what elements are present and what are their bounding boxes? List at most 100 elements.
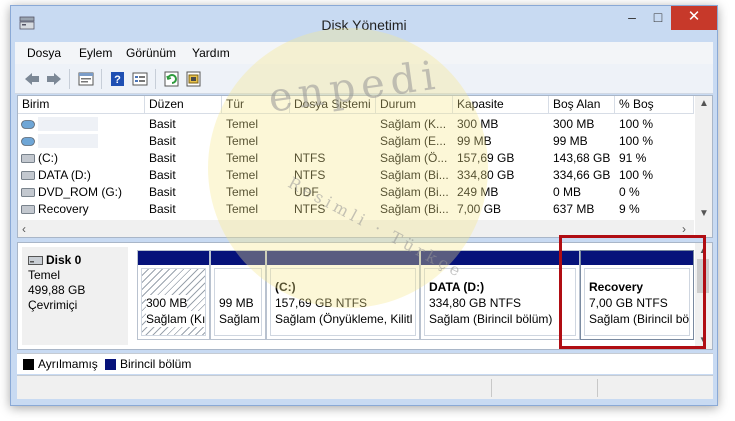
hard-disk-icon [28, 256, 43, 265]
menu-yardim[interactable]: Yardım [192, 46, 230, 60]
legend-unallocated-label: Ayrılmamış [38, 357, 98, 371]
cell-yuzde-bos: 91 % [619, 151, 647, 165]
cell-kapasite: 334,80 GB [457, 168, 515, 182]
column-header-tur[interactable]: Tür [222, 96, 290, 114]
cell-birim: DVD_ROM (G:) [38, 185, 122, 199]
cell-tur: Temel [226, 185, 259, 199]
cell-kapasite: 300 MB [457, 117, 499, 131]
column-header-yuzde-bos[interactable]: % Boş [615, 96, 694, 114]
menu-gorunum[interactable]: Görünüm [126, 46, 176, 60]
cell-durum: Sağlam (Bi... [380, 168, 449, 182]
cell-dosya-sistemi: UDF [294, 185, 319, 199]
column-header-dosya-sistemi[interactable]: Dosya Sistemi [290, 96, 376, 114]
table-row[interactable]: Recovery Basit Temel NTFS Sağlam (Bi... 7,00 … [18, 201, 694, 218]
back-icon[interactable] [23, 71, 41, 87]
cell-yuzde-bos: 100 % [619, 168, 654, 182]
maximize-button[interactable]: □ [645, 6, 671, 30]
cell-yuzde-bos: 0 % [619, 185, 640, 199]
refresh-icon[interactable] [163, 71, 181, 87]
dvd-drive-icon [21, 188, 35, 197]
vertical-scrollbar[interactable]: ▲ ▼ [695, 96, 712, 237]
cell-tur: Temel [226, 151, 259, 165]
menu-eylem[interactable]: Eylem [79, 46, 112, 60]
partition-c[interactable]: (C:) 157,69 GB NTFS Sağlam (Önyükleme, K… [266, 250, 420, 340]
scroll-right-icon[interactable]: › [682, 222, 686, 236]
cell-dosya-sistemi: NTFS [294, 202, 326, 216]
cell-bos-alan: 0 MB [553, 185, 582, 199]
help-icon[interactable]: ? [109, 71, 127, 87]
cell-yuzde-bos: 9 % [619, 202, 640, 216]
cell-duzen: Basit [149, 185, 176, 199]
partition-header [138, 251, 209, 265]
toolbar-separator [101, 69, 102, 89]
list-view-icon[interactable] [131, 71, 149, 87]
unnamed-volume-placeholder [38, 117, 98, 131]
cell-yuzde-bos: 100 % [619, 134, 654, 148]
cell-birim: (C:) [38, 151, 58, 165]
status-separator [491, 379, 492, 397]
partition-title: (C:) [275, 280, 296, 294]
cell-bos-alan: 143,68 GB [553, 151, 611, 165]
partition-size: 99 MB [219, 296, 254, 310]
cell-bos-alan: 334,66 GB [553, 168, 611, 182]
partition-header [267, 251, 419, 265]
svg-text:?: ? [114, 74, 121, 86]
minimize-button[interactable]: – [619, 6, 645, 30]
settings-icon[interactable] [185, 71, 203, 87]
cell-dosya-sistemi: NTFS [294, 168, 326, 182]
properties-icon[interactable] [77, 71, 95, 87]
cell-bos-alan: 99 MB [553, 134, 588, 148]
cell-kapasite: 7,00 GB [457, 202, 502, 216]
forward-icon[interactable] [45, 71, 63, 87]
toolbar: ? [15, 64, 713, 94]
menu-bar: Dosya Eylem Görünüm Yardım [15, 42, 713, 64]
partition-header [211, 251, 265, 265]
cell-dosya-sistemi: NTFS [294, 151, 326, 165]
volume-icon [21, 137, 35, 146]
partition-status: Sağlam [219, 312, 260, 326]
table-row[interactable]: DVD_ROM (G:) Basit Temel UDF Sağlam (Bi... 24… [18, 184, 694, 201]
scroll-down-icon[interactable]: ▼ [699, 208, 709, 219]
scroll-left-icon[interactable]: ‹ [22, 222, 26, 236]
volume-icon [21, 154, 35, 163]
partition-efi[interactable]: 99 MB Sağlam [210, 250, 266, 340]
close-button[interactable]: ✕ [671, 6, 717, 30]
cell-dosya-sistemi [294, 133, 374, 150]
disk-name: Disk 0 [46, 253, 82, 267]
cell-kapasite: 99 MB [457, 134, 492, 148]
scroll-up-icon[interactable]: ▲ [699, 98, 709, 109]
status-separator [597, 379, 598, 397]
partition-data-d[interactable]: DATA (D:) 334,80 GB NTFS Sağlam (Birinci… [420, 250, 580, 340]
cell-tur: Temel [226, 134, 259, 148]
disk-type: Temel [28, 268, 61, 282]
cell-durum: Sağlam (Bi... [380, 202, 449, 216]
column-header-bos-alan[interactable]: Boş Alan [549, 96, 615, 114]
partition-size: 300 MB [146, 295, 188, 311]
toolbar-separator [155, 69, 156, 89]
disk-size: 499,88 GB [28, 283, 86, 297]
column-header-durum[interactable]: Durum [376, 96, 453, 114]
cell-tur: Temel [226, 168, 259, 182]
partition-status: Sağlam (Önyükleme, Kilitl [275, 312, 413, 326]
column-header-kapasite[interactable]: Kapasite [453, 96, 549, 114]
cell-dosya-sistemi [294, 116, 374, 133]
menu-dosya[interactable]: Dosya [27, 46, 61, 60]
cell-durum: Sağlam (Ö... [380, 151, 448, 165]
partition-header [421, 251, 579, 265]
table-row[interactable]: DATA (D:) Basit Temel NTFS Sağlam (Bi... 334,… [18, 167, 694, 184]
partition-recovery-system[interactable]: 300 MB Sağlam (Kı [137, 250, 210, 340]
title-bar[interactable]: Disk Yönetimi – □ ✕ [11, 6, 717, 42]
table-row[interactable]: Basit Temel Sağlam (K... 300 MB 300 MB 100 % [18, 116, 694, 133]
table-row[interactable]: Basit Temel Sağlam (E... 99 MB 99 MB 100 % [18, 133, 694, 150]
column-header-duzen[interactable]: Düzen [145, 96, 222, 114]
cell-durum: Sağlam (E... [380, 134, 447, 148]
volume-icon [21, 205, 35, 214]
column-header-birim[interactable]: Birim [18, 96, 145, 114]
cell-birim: Recovery [38, 202, 89, 216]
cell-kapasite: 157,69 GB [457, 151, 515, 165]
table-row[interactable]: (C:) Basit Temel NTFS Sağlam (Ö... 157,69 GB 1… [18, 150, 694, 167]
disk-info[interactable]: Disk 0 Temel 499,88 GB Çevrimiçi [22, 247, 128, 345]
disk-status: Çevrimiçi [28, 298, 78, 312]
cell-duzen: Basit [149, 134, 176, 148]
cell-duzen: Basit [149, 151, 176, 165]
